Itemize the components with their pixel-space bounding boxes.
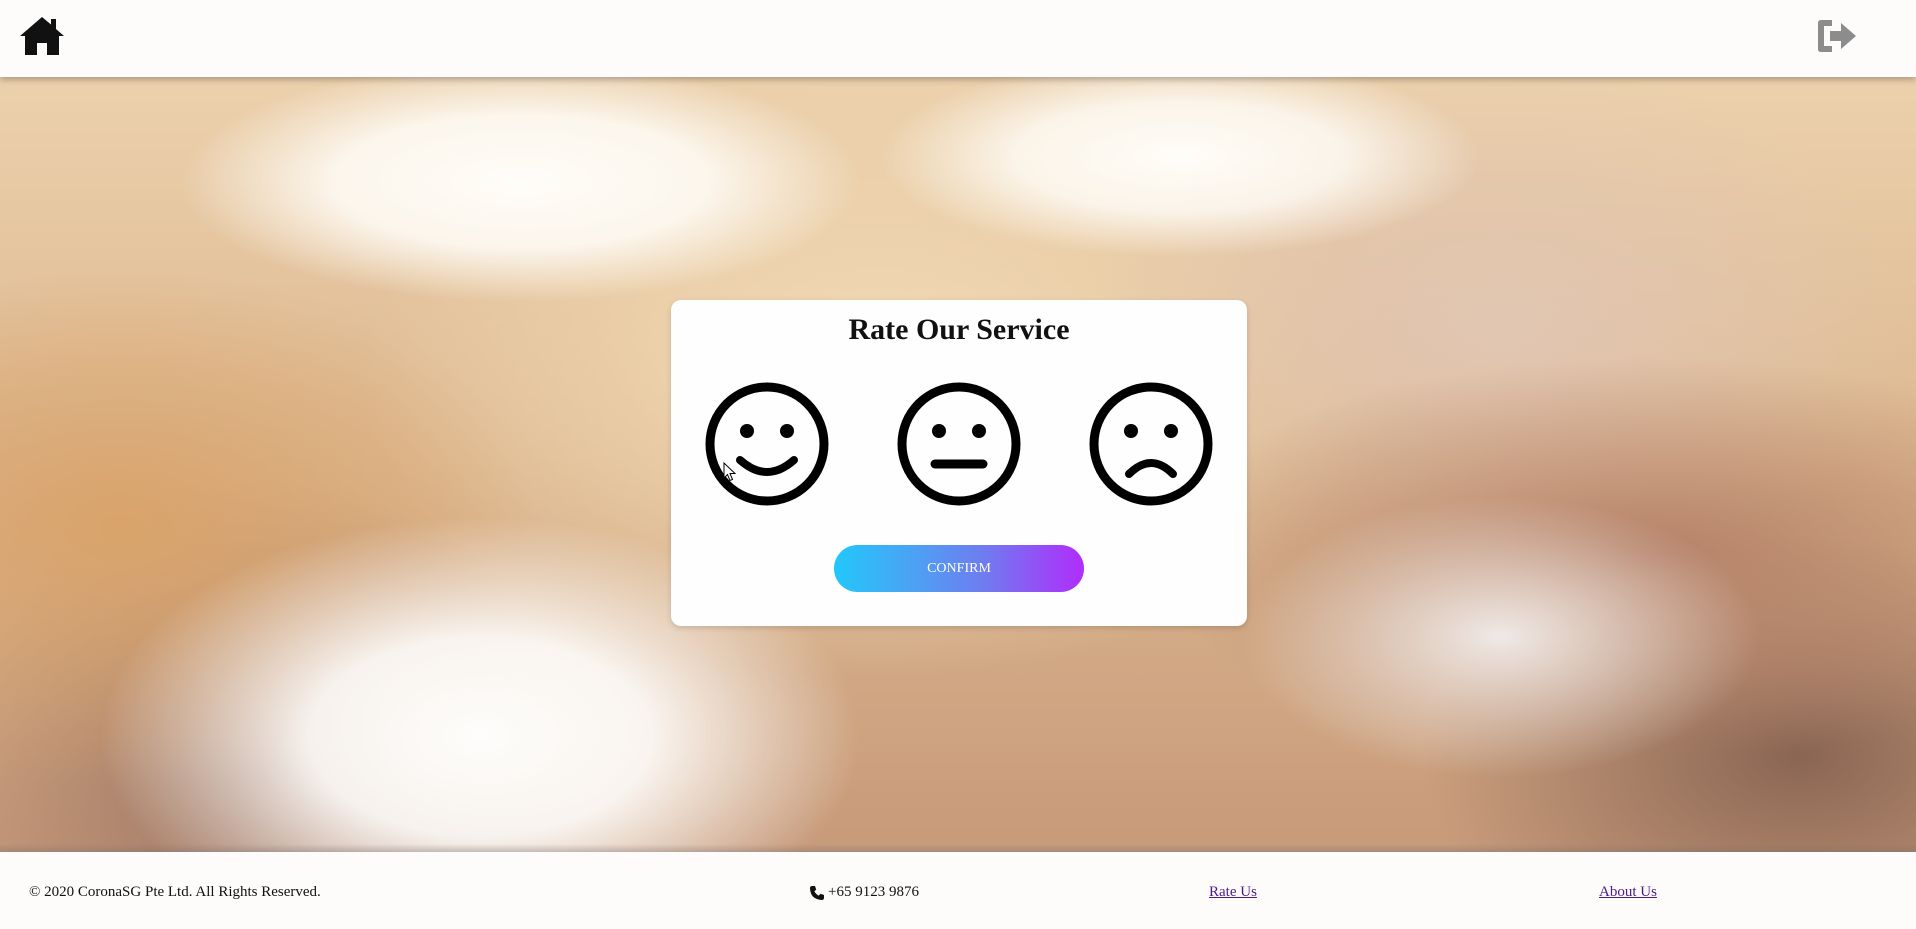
- phone-number: +65 9123 9876: [828, 884, 919, 900]
- home-icon[interactable]: [18, 15, 66, 57]
- about-us-link[interactable]: About Us: [1599, 884, 1657, 901]
- confirm-button[interactable]: CONFIRM: [834, 545, 1084, 592]
- copyright-text: © 2020 CoronaSG Pte Ltd. All Rights Rese…: [29, 884, 321, 900]
- footer: © 2020 CoronaSG Pte Ltd. All Rights Rese…: [0, 852, 1916, 929]
- rate-us-link[interactable]: Rate Us: [1209, 884, 1257, 901]
- smile-face-icon[interactable]: [703, 380, 831, 508]
- sad-face-icon[interactable]: [1087, 380, 1215, 508]
- phone-icon: [809, 885, 825, 901]
- rating-card: Rate Our Service CONFIRM: [671, 300, 1247, 626]
- neutral-face-icon[interactable]: [895, 380, 1023, 508]
- sign-out-icon[interactable]: [1814, 17, 1860, 55]
- card-title: Rate Our Service: [848, 313, 1070, 346]
- top-navbar: [0, 0, 1916, 77]
- phone-contact: +65 9123 9876: [809, 884, 919, 901]
